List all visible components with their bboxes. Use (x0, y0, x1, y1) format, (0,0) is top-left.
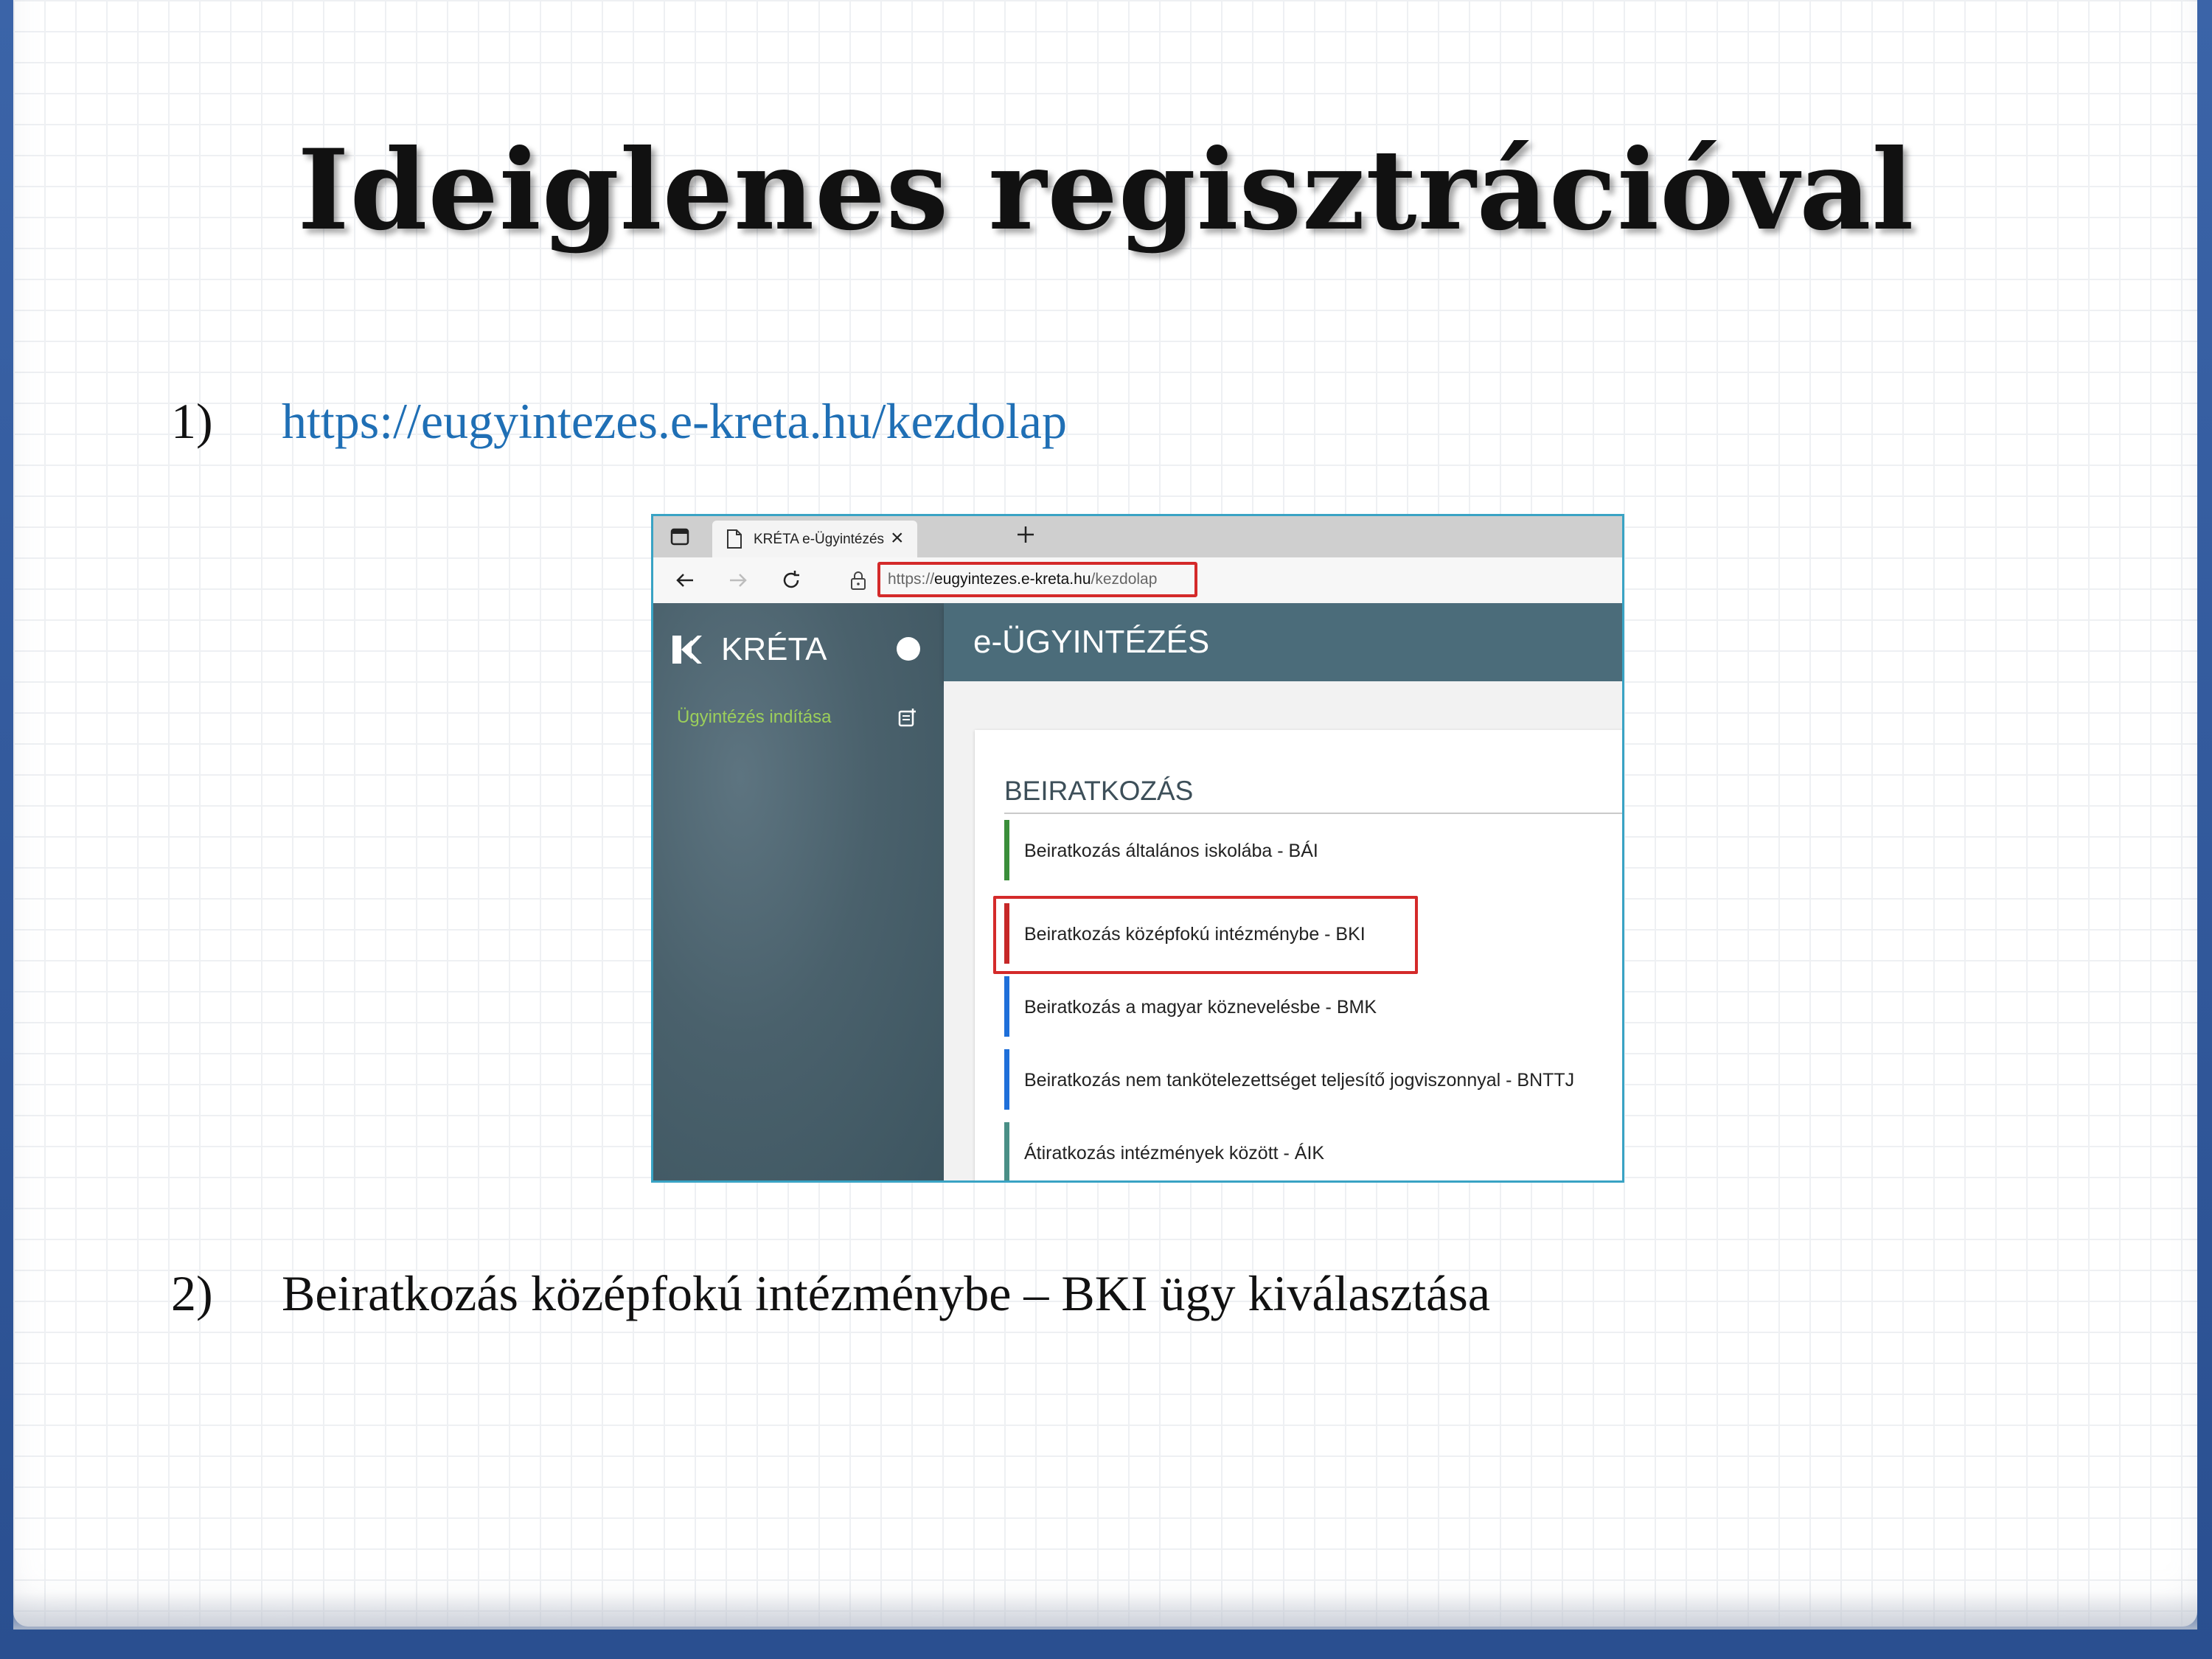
tab-bar: KRÉTA e-Ügyintézés × (653, 516, 1622, 557)
brand-name: KRÉTA (721, 631, 827, 667)
browser-tab[interactable]: KRÉTA e-Ügyintézés × (712, 521, 917, 557)
app-header-title: e-ÜGYINTÉZÉS (973, 624, 1210, 660)
close-icon[interactable]: × (891, 527, 904, 549)
forward-arrow-icon[interactable] (726, 568, 751, 593)
service-label: Átiratkozás intézmények között - ÁIK (1024, 1143, 1325, 1164)
highlight-box (993, 896, 1418, 974)
page-icon (727, 529, 742, 549)
app-sidebar: KRÉTA Ügyintézés indítása (653, 603, 944, 1180)
kreta-logo-icon (672, 636, 702, 664)
service-label: Beiratkozás nem tankötelezettséget telje… (1024, 1070, 1575, 1091)
service-item-bmk[interactable]: Beiratkozás a magyar köznevelésbe - BMK (1004, 976, 1622, 1037)
slide-shadow (13, 1593, 2197, 1630)
back-arrow-icon[interactable] (672, 568, 698, 593)
browser-screenshot: KRÉTA e-Ügyintézés × https://eugyintezes… (651, 514, 1624, 1183)
app-header: e-ÜGYINTÉZÉS (944, 603, 1622, 681)
address-domain: eugyintezes.e-kreta.hu (934, 571, 1091, 588)
service-label: Beiratkozás általános iskolába - BÁI (1024, 841, 1318, 861)
address-bar-row: https://eugyintezes.e-kreta.hu/kezdolap (653, 557, 1622, 604)
slide-title: Ideiglenes regisztrációval (297, 125, 1915, 255)
service-card: BEIRATKOZÁS Beiratkozás általános iskolá… (975, 730, 1622, 1180)
step-1-number: 1) (171, 393, 213, 449)
address-field[interactable]: https://eugyintezes.e-kreta.hu/kezdolap (877, 562, 1197, 597)
step-1-link[interactable]: https://eugyintezes.e-kreta.hu/kezdolap (282, 392, 1067, 451)
service-label: Beiratkozás a magyar köznevelésbe - BMK (1024, 997, 1377, 1018)
tab-overview-icon[interactable] (669, 526, 690, 547)
address-scheme: https:// (888, 571, 935, 588)
service-item-bnttj[interactable]: Beiratkozás nem tankötelezettséget telje… (1004, 1049, 1622, 1110)
tab-title: KRÉTA e-Ügyintézés (754, 532, 885, 547)
new-tab-icon[interactable] (1015, 524, 1037, 546)
section-divider (1004, 813, 1622, 814)
new-document-icon[interactable] (897, 706, 919, 728)
lock-icon[interactable] (849, 569, 867, 591)
section-title: BEIRATKOZÁS (1004, 776, 1194, 806)
service-item-aik[interactable]: Átiratkozás intézmények között - ÁIK (1004, 1122, 1622, 1180)
user-avatar[interactable] (897, 637, 920, 661)
service-item-bai[interactable]: Beiratkozás általános iskolába - BÁI (1004, 820, 1622, 880)
refresh-icon[interactable] (779, 568, 804, 593)
address-path: /kezdolap (1091, 571, 1158, 588)
step-2-text: Beiratkozás középfokú intézménybe – BKI … (282, 1265, 1491, 1321)
sidebar-item-start-case[interactable]: Ügyintézés indítása (677, 707, 831, 728)
step-2-number: 2) (171, 1265, 213, 1321)
